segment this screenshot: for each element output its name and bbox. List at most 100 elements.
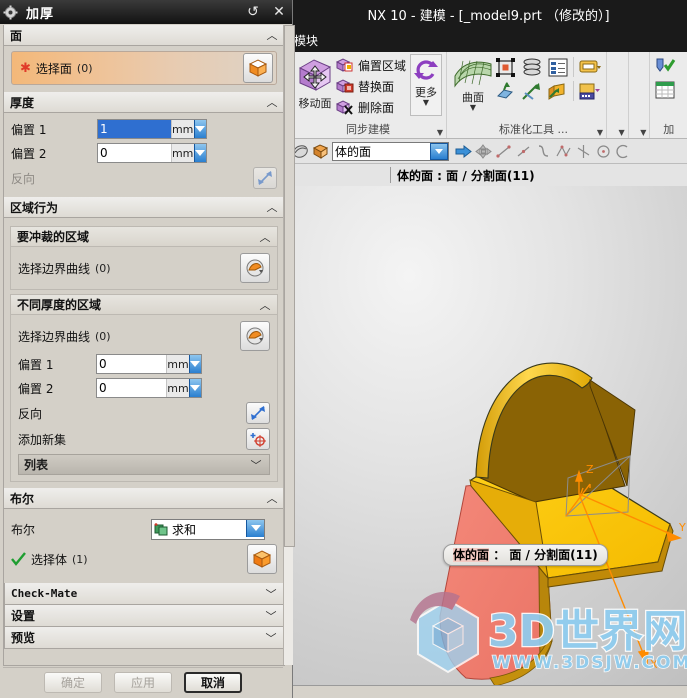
dialog-scrollbar[interactable] <box>283 25 295 665</box>
axis-label-z: Z <box>586 463 594 476</box>
unite-icon <box>154 522 169 537</box>
chevron-down-icon[interactable]: ﹀ <box>263 630 279 646</box>
dialog-scrollbar-thumb[interactable] <box>284 25 295 547</box>
select-body-row[interactable]: 选择体 (1) <box>11 543 277 575</box>
line-segment-icon[interactable] <box>515 144 532 159</box>
chevron-up-icon[interactable]: ︿ <box>257 229 273 245</box>
apply-button[interactable]: 应用 <box>114 671 172 693</box>
spline-icon[interactable] <box>535 144 552 159</box>
ribbon-button-more[interactable]: 更多 ▼ <box>410 54 442 116</box>
section-title-settings: 设置 <box>11 609 36 623</box>
reuse-library-icon[interactable] <box>578 81 602 102</box>
chevron-up-icon[interactable]: ︿ <box>264 94 280 110</box>
chevron-down-icon[interactable]: ﹀ <box>263 608 279 624</box>
ribbon-group-expander-icon[interactable]: ▼ <box>597 128 603 137</box>
subpanel-header-varying-thickness[interactable]: 不同厚度的区域 ︿ <box>11 295 277 315</box>
datum-axis-select-icon[interactable] <box>575 144 592 159</box>
offset2-input[interactable] <box>98 144 171 162</box>
spreadsheet-icon[interactable] <box>654 80 676 100</box>
boolean-combo[interactable]: 求和 <box>151 518 265 540</box>
graphics-window[interactable]: Z Y X 体的面 ： 面 / 分割面(11) 3D世界网 WWW.3DSJW.… <box>290 186 687 686</box>
section-header-face[interactable]: 面 ︿ <box>4 25 284 46</box>
feature-group-icon[interactable] <box>495 57 517 78</box>
ribbon-button-move-face[interactable]: 移动面 <box>294 54 336 111</box>
add-new-set-icon[interactable] <box>246 428 270 450</box>
section-header-thickness[interactable]: 厚度 ︿ <box>4 92 284 113</box>
section-header-boolean[interactable]: 布尔 ︿ <box>4 488 284 509</box>
chevron-up-icon[interactable]: ︿ <box>264 199 280 215</box>
offset2-field[interactable]: mm <box>97 143 207 163</box>
ribbon-button-offset-region[interactable]: 偏置区域 <box>336 55 406 76</box>
section-body-thickness: 偏置 1 mm 偏置 2 mm 反向 <box>4 113 284 197</box>
reverse-direction-icon[interactable] <box>246 402 270 424</box>
ribbon-group-expander-icon[interactable]: ▼ <box>437 128 443 137</box>
offset1-spinner[interactable] <box>193 120 206 138</box>
subpanel-body-varying-thickness: 选择边界曲线 (0) 偏置 1 0 mm 偏置 2 0 mm 反向 添加新集 列… <box>11 315 277 481</box>
section-header-region-behavior[interactable]: 区域行为 ︿ <box>4 197 284 218</box>
select-face-cube-icon[interactable] <box>243 53 273 83</box>
chevron-down-icon[interactable]: ▼ <box>640 128 646 137</box>
chevron-down-icon[interactable] <box>430 142 448 160</box>
ribbon-button-replace-face[interactable]: 替换面 <box>336 76 406 97</box>
ribbon-group-collapsed-a[interactable]: ▼ <box>607 52 629 138</box>
ribbon-group-partial-label: 加 <box>663 123 675 136</box>
offset1-field[interactable]: mm <box>97 119 207 139</box>
curve-points-icon[interactable] <box>555 144 572 159</box>
chevron-down-icon[interactable]: ﹀ <box>248 457 264 473</box>
chevron-up-icon[interactable]: ︿ <box>257 297 273 313</box>
section-header-preview[interactable]: 预览 ﹀ <box>4 627 284 649</box>
arrow-right-icon[interactable] <box>455 144 472 159</box>
selection-scope-combo[interactable]: 体的面 <box>332 141 449 161</box>
cue-bar: 体的面 : 面 / 分割面(11) <box>290 164 687 187</box>
select-face-row[interactable]: ✱ 选择面 (0) <box>11 51 277 85</box>
ok-button[interactable]: 确定 <box>44 671 102 693</box>
varying-offset1-row: 偏置 1 mm <box>18 353 270 375</box>
list-label: 列表 <box>24 458 49 472</box>
offset2-spinner[interactable] <box>193 144 206 162</box>
move-face-icon <box>294 56 336 94</box>
ribbon-button-surface[interactable]: 曲面 ▼ <box>451 54 495 112</box>
cancel-button[interactable]: 取消 <box>184 671 242 693</box>
offset1-input[interactable] <box>98 120 171 138</box>
varying-offset1-spinner[interactable] <box>188 355 201 373</box>
solid-body-icon[interactable] <box>312 143 329 160</box>
list-bar[interactable]: 列表 ﹀ <box>18 454 270 475</box>
status-line <box>290 685 687 698</box>
varying-select-curve-row[interactable]: 选择边界曲线 (0) <box>18 321 270 351</box>
curve-select-icon[interactable] <box>240 321 270 351</box>
chevron-up-icon[interactable]: ︿ <box>264 490 280 506</box>
move-handle-icon[interactable] <box>475 143 492 159</box>
datum-csys-icon[interactable] <box>547 81 569 102</box>
reset-icon[interactable]: ↺ <box>240 0 266 24</box>
varying-offset1-label: 偏置 1 <box>18 357 54 372</box>
curve-select-icon[interactable] <box>240 253 270 283</box>
stacked-discs-icon[interactable] <box>521 57 543 78</box>
ribbon-button-delete-face[interactable]: 删除面 <box>336 97 406 118</box>
varying-offset2-input[interactable] <box>97 379 167 397</box>
varying-offset2-spinner[interactable] <box>188 379 201 397</box>
line-icon[interactable] <box>495 144 512 159</box>
section-title-face: 面 <box>10 28 23 43</box>
chevron-down-icon[interactable]: ▼ <box>619 128 625 137</box>
chevron-down-icon[interactable] <box>246 519 264 537</box>
list-properties-icon[interactable] <box>547 57 569 78</box>
check-geometry-icon[interactable] <box>654 56 676 76</box>
arc-icon[interactable] <box>615 144 629 159</box>
pierce-select-curve-row[interactable]: 选择边界曲线 (0) <box>18 253 270 283</box>
close-icon[interactable]: ✕ <box>266 0 292 24</box>
subpanel-varying-thickness: 不同厚度的区域 ︿ 选择边界曲线 (0) 偏置 1 0 mm 偏置 2 0 mm… <box>10 294 278 482</box>
datum-axis-icon[interactable] <box>521 81 543 102</box>
select-body-cube-icon[interactable] <box>247 544 277 574</box>
varying-offset2-field[interactable]: mm <box>96 378 202 398</box>
subpanel-header-pierce-region[interactable]: 要冲裁的区域 ︿ <box>11 227 277 247</box>
tag-label-icon[interactable] <box>578 57 602 78</box>
chevron-up-icon[interactable]: ︿ <box>264 27 280 43</box>
section-header-check-mate[interactable]: Check-Mate ﹀ <box>4 583 284 605</box>
chevron-down-icon[interactable]: ﹀ <box>263 586 279 602</box>
section-header-settings[interactable]: 设置 ﹀ <box>4 605 284 627</box>
varying-offset1-field[interactable]: mm <box>96 354 202 374</box>
varying-offset1-input[interactable] <box>97 355 167 373</box>
circle-center-icon[interactable] <box>595 144 612 159</box>
ribbon-group-collapsed-b[interactable]: ▼ <box>629 52 651 138</box>
datum-plane-icon[interactable] <box>495 81 517 102</box>
